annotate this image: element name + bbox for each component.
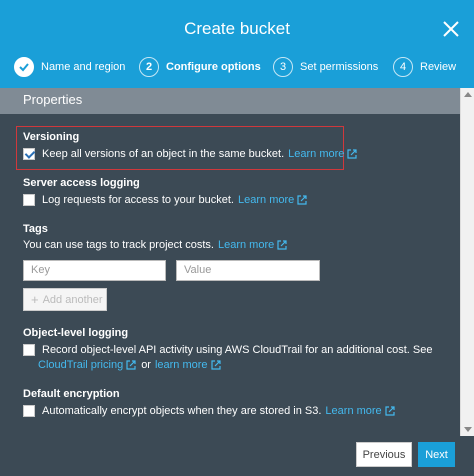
cloudtrail-pricing-link[interactable]: CloudTrail pricing: [38, 359, 136, 371]
external-link-icon: [277, 240, 287, 250]
step-number: 2: [139, 57, 159, 77]
server-logging-title: Server access logging: [23, 177, 140, 189]
object-logging-row: Record object-level API activity using A…: [23, 344, 432, 356]
object-logging-title: Object-level logging: [23, 327, 129, 339]
step-label: Set permissions: [300, 61, 379, 73]
server-logging-label: Log requests for access to your bucket.: [42, 194, 234, 206]
step-label: Configure options: [166, 61, 261, 73]
close-icon[interactable]: [439, 17, 463, 41]
encryption-label: Automatically encrypt objects when they …: [42, 405, 322, 417]
encryption-title: Default encryption: [23, 388, 120, 400]
step-configure-options[interactable]: 2 Configure options: [139, 56, 261, 78]
tags-title: Tags: [23, 223, 48, 235]
external-link-icon: [385, 406, 395, 416]
server-logging-row: Log requests for access to your bucket. …: [23, 194, 307, 206]
versioning-checkbox[interactable]: [23, 148, 35, 160]
scrollbar[interactable]: [460, 88, 474, 436]
next-button[interactable]: Next: [418, 442, 455, 467]
plus-icon: +: [31, 292, 39, 307]
versioning-title: Versioning: [23, 131, 80, 143]
encryption-row: Automatically encrypt objects when they …: [23, 405, 395, 417]
external-link-icon: [126, 360, 136, 370]
object-logging-checkbox[interactable]: [23, 344, 35, 356]
dialog-title: Create bucket: [184, 19, 290, 38]
object-logging-learn-more-link[interactable]: learn more: [155, 359, 221, 371]
step-set-permissions[interactable]: 3 Set permissions: [273, 56, 378, 78]
step-label: Review: [420, 61, 457, 73]
properties-panel: Versioning Keep all versions of an objec…: [0, 114, 460, 436]
step-number: 3: [273, 57, 293, 77]
versioning-learn-more-link[interactable]: Learn more: [288, 148, 358, 160]
tags-learn-more-link[interactable]: Learn more: [218, 239, 287, 251]
previous-button[interactable]: Previous: [356, 442, 412, 467]
link-text: learn more: [154, 359, 208, 371]
scroll-down-icon[interactable]: [464, 427, 472, 432]
properties-header: Properties: [0, 88, 460, 114]
server-logging-learn-more-link[interactable]: Learn more: [238, 194, 307, 206]
dialog-header: Create bucket Name and region 2 Configur…: [0, 0, 474, 88]
dialog-footer: Previous Next: [0, 436, 474, 476]
link-text: Learn more: [325, 405, 382, 417]
external-link-icon: [347, 149, 358, 159]
scroll-up-icon[interactable]: [464, 92, 472, 97]
versioning-row: Keep all versions of an object in the sa…: [23, 148, 358, 160]
wizard-steps: Name and region 2 Configure options 3 Se…: [0, 56, 474, 80]
step-review[interactable]: 4 Review: [393, 56, 456, 78]
step-label: Name and region: [41, 61, 126, 73]
tags-description-row: You can use tags to track project costs.…: [23, 239, 287, 251]
tags-description: You can use tags to track project costs.: [23, 239, 214, 251]
add-tag-label: Add another: [42, 293, 103, 306]
link-text: CloudTrail pricing: [38, 359, 124, 371]
link-text: Learn more: [288, 148, 345, 160]
or-text: or: [141, 359, 151, 371]
step-name-and-region[interactable]: Name and region: [14, 56, 125, 78]
server-logging-checkbox[interactable]: [23, 194, 35, 206]
check-icon: [14, 57, 34, 77]
tag-value-input[interactable]: Value: [176, 260, 320, 281]
external-link-icon: [297, 195, 307, 205]
external-link-icon: [210, 360, 221, 370]
add-tag-button[interactable]: + Add another: [23, 288, 107, 311]
encryption-learn-more-link[interactable]: Learn more: [325, 405, 395, 417]
link-text: Learn more: [217, 239, 275, 251]
versioning-label: Keep all versions of an object in the sa…: [42, 148, 285, 160]
object-logging-links-row: CloudTrail pricing or learn more: [38, 359, 221, 371]
step-number: 4: [393, 57, 413, 77]
encryption-checkbox[interactable]: [23, 405, 35, 417]
object-logging-label: Record object-level API activity using A…: [42, 344, 433, 356]
tag-key-input[interactable]: Key: [23, 260, 166, 281]
link-text: Learn more: [238, 194, 295, 206]
